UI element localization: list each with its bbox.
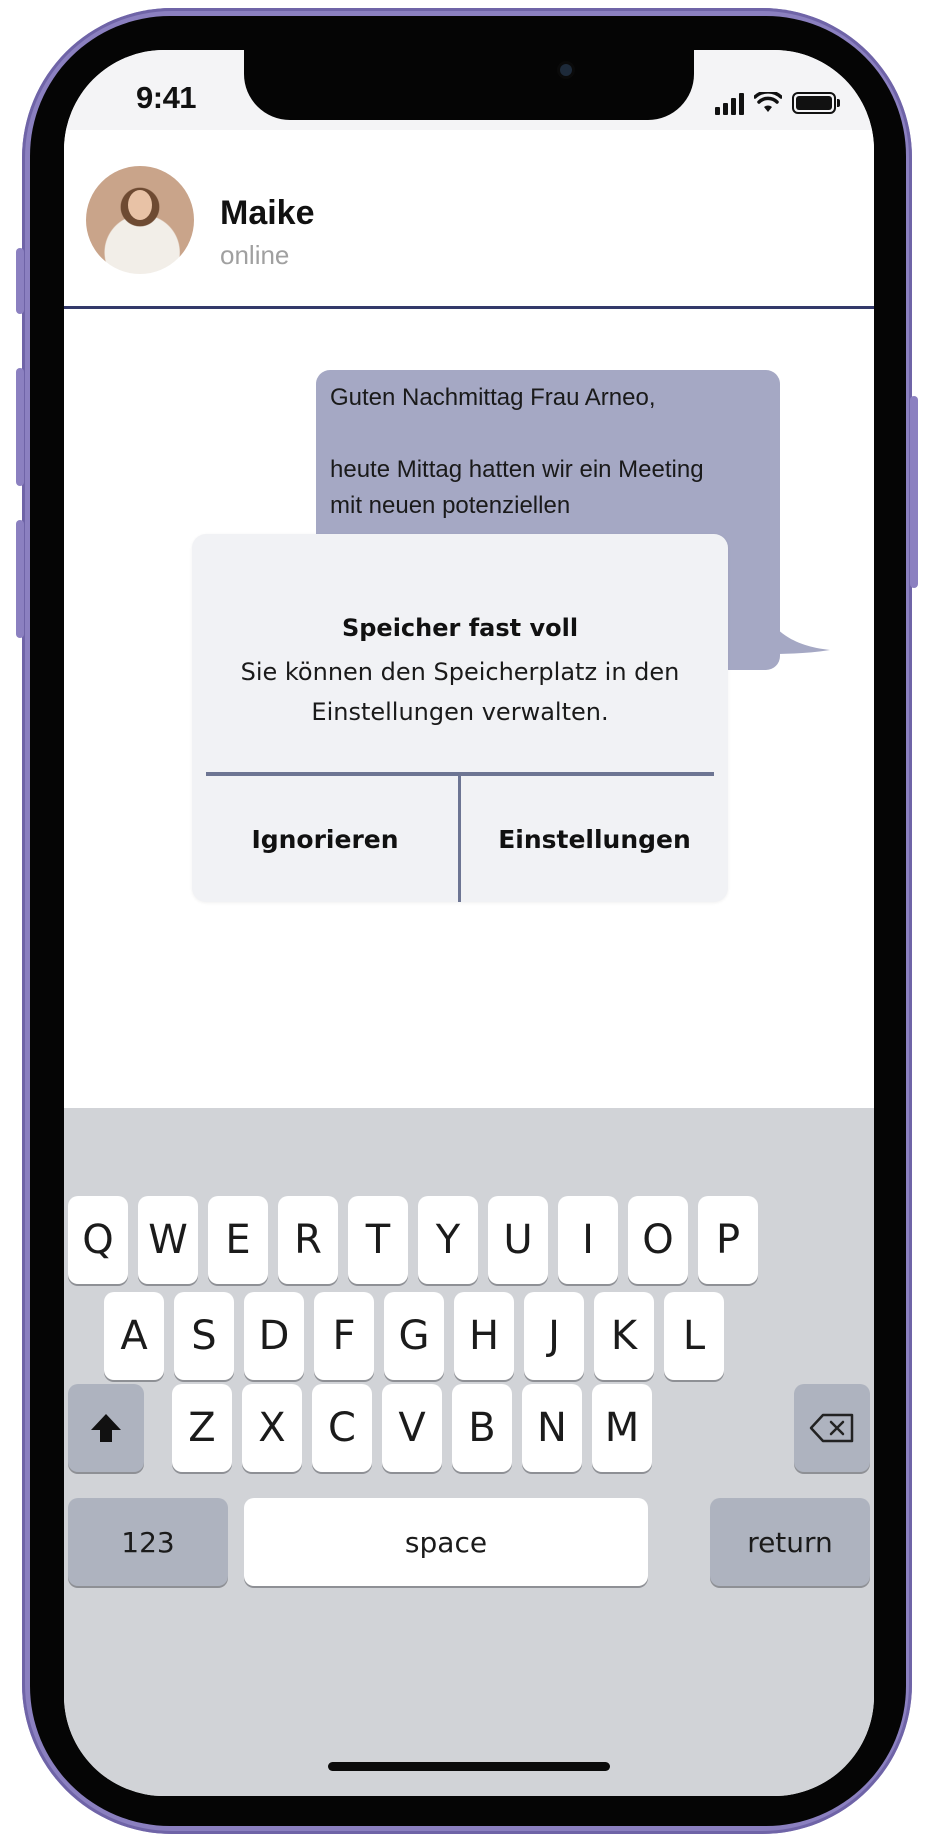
key-w[interactable]: W <box>138 1196 198 1284</box>
wifi-icon <box>754 92 782 112</box>
avatar-face <box>128 190 152 220</box>
home-indicator[interactable] <box>328 1762 610 1771</box>
key-p[interactable]: P <box>698 1196 758 1284</box>
storage-alert-dialog: Speicher fast voll Sie können den Speich… <box>192 534 728 902</box>
backspace-icon <box>809 1413 854 1443</box>
key-j[interactable]: J <box>524 1292 584 1380</box>
notch <box>244 50 694 120</box>
key-u[interactable]: U <box>488 1196 548 1284</box>
key-q[interactable]: Q <box>68 1196 128 1284</box>
key-a[interactable]: A <box>104 1292 164 1380</box>
message-line: mit neuen potenziellen <box>330 492 571 519</box>
volume-down-button <box>16 520 24 638</box>
settings-button[interactable]: Einstellungen <box>461 776 728 902</box>
key-d[interactable]: D <box>244 1292 304 1380</box>
key-e[interactable]: E <box>208 1196 268 1284</box>
alert-message: Sie können den Speicherplatz in den Eins… <box>240 658 680 726</box>
alert-title: Speicher fast voll <box>341 614 579 642</box>
contact-name: Maike <box>220 194 315 232</box>
silent-switch <box>16 248 24 314</box>
bubble-tail <box>764 610 830 654</box>
key-k[interactable]: K <box>594 1292 654 1380</box>
key-l[interactable]: L <box>664 1292 724 1380</box>
message-text: Guten Nachmittag Frau Arneo, heute Mitta… <box>330 380 760 524</box>
message-line: heute Mittag hatten wir ein Meeting <box>330 456 704 483</box>
key-b[interactable]: B <box>452 1384 512 1472</box>
delete-key[interactable] <box>794 1384 870 1472</box>
key-h[interactable]: H <box>454 1292 514 1380</box>
volume-up-button <box>16 368 24 486</box>
key-n[interactable]: N <box>522 1384 582 1472</box>
key-t[interactable]: T <box>348 1196 408 1284</box>
battery-icon <box>792 92 840 114</box>
key-z[interactable]: Z <box>172 1384 232 1472</box>
contact-avatar[interactable] <box>86 166 194 274</box>
shift-icon <box>91 1414 121 1442</box>
shift-key[interactable] <box>68 1384 144 1472</box>
ignore-button[interactable]: Ignorieren <box>192 776 458 902</box>
phone-screen: 9:41 Maike online Guten Nachmittag Frau … <box>64 50 874 1796</box>
key-y[interactable]: Y <box>418 1196 478 1284</box>
keyboard: QWERTYUIOP ASDFGHJKL ZXCVBNM 123 space r… <box>64 1108 874 1796</box>
status-time: 9:41 <box>136 80 197 115</box>
message-line: Guten Nachmittag Frau Arneo, <box>330 384 656 411</box>
key-v[interactable]: V <box>382 1384 442 1472</box>
cellular-signal-icon <box>715 91 744 115</box>
key-s[interactable]: S <box>174 1292 234 1380</box>
return-key[interactable]: return <box>710 1498 870 1586</box>
key-c[interactable]: C <box>312 1384 372 1472</box>
key-r[interactable]: R <box>278 1196 338 1284</box>
key-f[interactable]: F <box>314 1292 374 1380</box>
key-g[interactable]: G <box>384 1292 444 1380</box>
key-x[interactable]: X <box>242 1384 302 1472</box>
power-button <box>910 396 918 588</box>
numbers-key[interactable]: 123 <box>68 1498 228 1586</box>
status-icons <box>715 88 840 118</box>
space-key[interactable]: space <box>244 1498 648 1586</box>
key-m[interactable]: M <box>592 1384 652 1472</box>
key-i[interactable]: I <box>558 1196 618 1284</box>
key-o[interactable]: O <box>628 1196 688 1284</box>
chat-header: Maike online <box>64 130 874 309</box>
contact-status: online <box>220 240 290 270</box>
front-camera <box>560 64 572 76</box>
